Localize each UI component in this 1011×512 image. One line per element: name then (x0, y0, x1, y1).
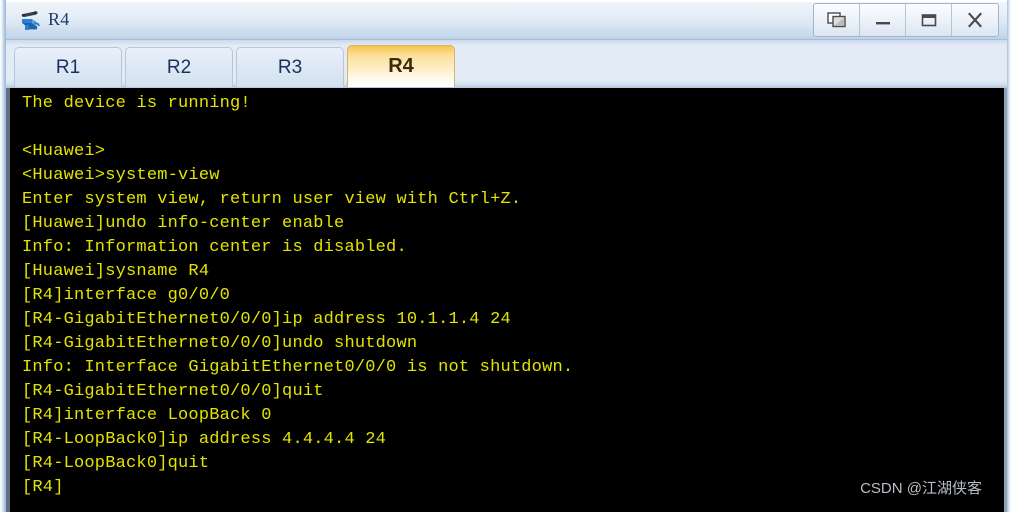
tab-list: R1 R2 R3 R4 (14, 45, 458, 87)
window-controls (813, 3, 999, 37)
tab-strip: R1 R2 R3 R4 (6, 40, 1007, 88)
cascade-windows-icon (826, 12, 846, 28)
terminal-console[interactable]: The device is running! <Huawei> <Huawei>sy… (6, 88, 1007, 512)
terminal-line: [R4]interface g0/0/0 (22, 286, 231, 305)
terminal-line: [R4-LoopBack0]ip address 4.4.4.4 24 (22, 430, 387, 449)
tab-r3-label: R3 (277, 56, 303, 78)
minimize-icon (875, 22, 890, 25)
terminal-line: [R4]interface LoopBack 0 (22, 406, 272, 425)
window-title: R4 (48, 9, 70, 29)
tab-r2[interactable]: R2 (125, 47, 233, 87)
terminal-line: Info: Interface GigabitEthernet0/0/0 is … (22, 358, 574, 377)
terminal-line: [R4-LoopBack0]quit (22, 454, 210, 473)
terminal-line: [R4-GigabitEthernet0/0/0]undo shutdown (22, 334, 418, 353)
terminal-line: <Huawei> (22, 142, 106, 161)
terminal-line: [R4-GigabitEthernet0/0/0]quit (22, 382, 324, 401)
terminal-line: <Huawei>system-view (22, 166, 220, 185)
tab-r1[interactable]: R1 (14, 47, 122, 87)
title-bar-highlight (6, 0, 1007, 2)
terminal-output: The device is running! <Huawei> <Huawei>sy… (22, 92, 1000, 512)
restore-cascade-button[interactable] (814, 4, 860, 36)
tab-r4-label: R4 (388, 55, 414, 77)
watermark-text: CSDN @江湖侠客 (860, 480, 982, 497)
tab-r1-label: R1 (55, 56, 81, 78)
close-button[interactable] (952, 4, 998, 36)
terminal-line: [Huawei]undo info-center enable (22, 214, 345, 233)
title-bar[interactable]: R4 (6, 0, 1007, 40)
window-frame-right-edge (1007, 0, 1011, 512)
tab-r2-label: R2 (166, 56, 192, 78)
terminal-line: [R4] (22, 478, 64, 497)
terminal-line: [R4-GigabitEthernet0/0/0]ip address 10.1… (22, 310, 511, 329)
tab-r4[interactable]: R4 (347, 45, 455, 87)
terminal-line: Enter system view, return user view with… (22, 190, 522, 209)
terminal-line: [Huawei]sysname R4 (22, 262, 210, 281)
minimize-button[interactable] (860, 4, 906, 36)
close-icon (968, 12, 982, 28)
maximize-icon (921, 14, 936, 27)
terminal-line: Info: Information center is disabled. (22, 238, 407, 257)
tab-r3[interactable]: R3 (236, 47, 344, 87)
router-device-icon (18, 7, 44, 33)
maximize-button[interactable] (906, 4, 952, 36)
terminal-line: The device is running! (22, 94, 251, 113)
emulator-window: R4 R1 R2 R3 R4 The device is running! <H… (0, 0, 1011, 512)
